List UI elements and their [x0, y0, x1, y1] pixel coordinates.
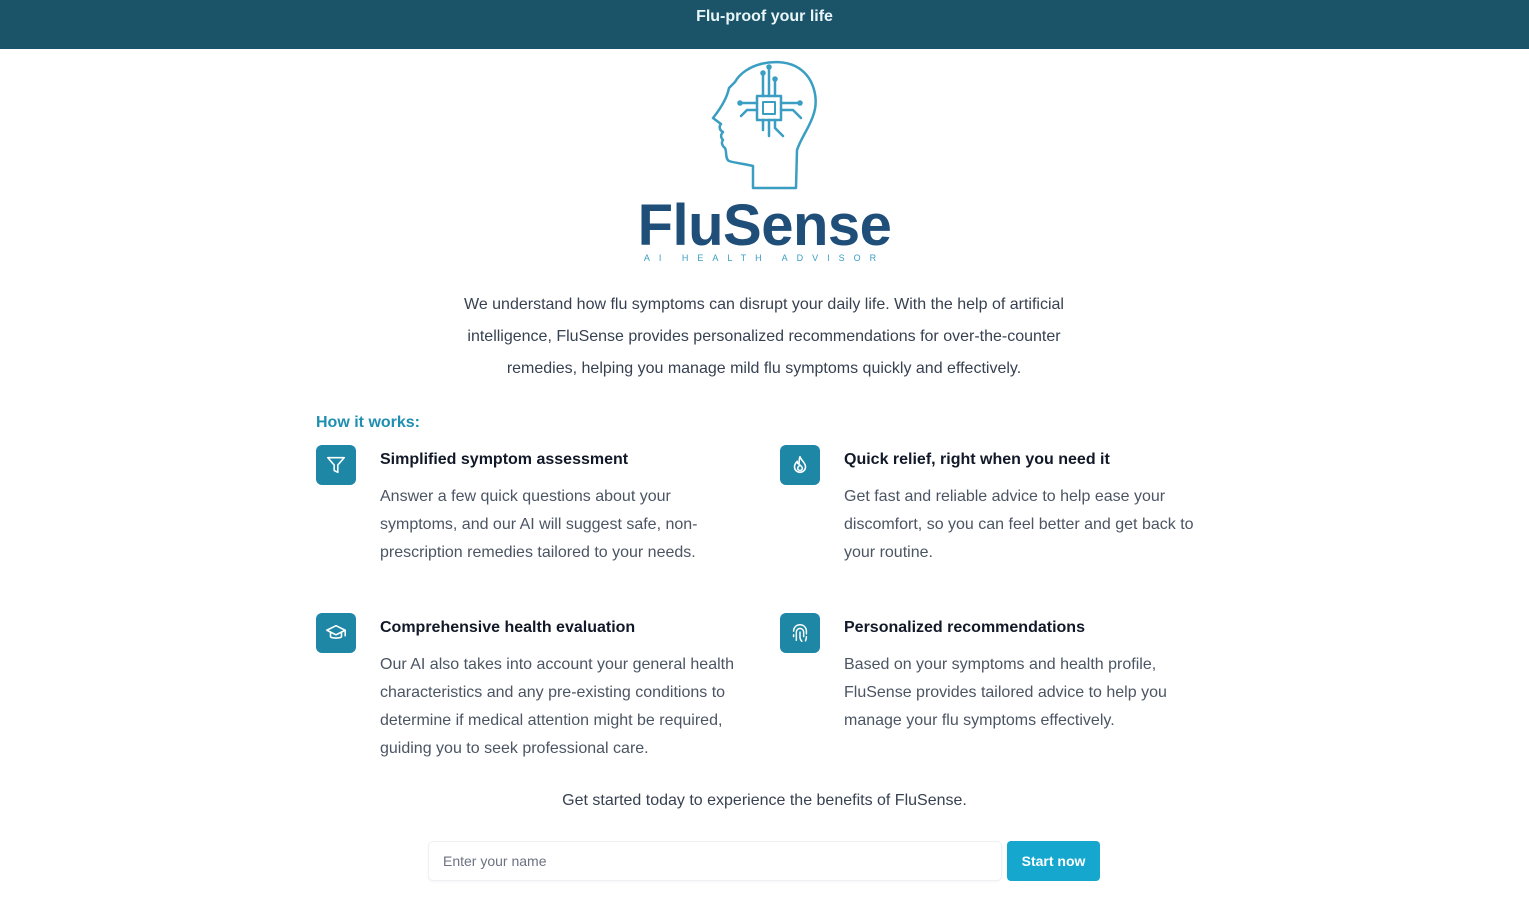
banner-text: Flu-proof your life	[696, 8, 833, 25]
top-banner: Flu-proof your life	[0, 0, 1529, 49]
name-input[interactable]	[428, 841, 1002, 881]
feature-title: Simplified symptom assessment	[380, 451, 629, 468]
logo-tagline: AI HEALTH ADVISOR	[643, 253, 886, 263]
feature-title: Comprehensive health evaluation	[380, 619, 636, 636]
brain-chip-head-logo-icon	[705, 58, 825, 192]
feature-description: Get fast and reliable advice to help eas…	[844, 488, 1194, 561]
feature-title: Quick relief, right when you need it	[844, 451, 1110, 468]
funnel-icon	[316, 445, 356, 485]
feature-description: Answer a few quick questions about your …	[380, 488, 698, 561]
how-it-works-heading: How it works:	[316, 414, 421, 431]
feature-description: Our AI also takes into account your gene…	[380, 656, 734, 757]
flame-icon	[780, 445, 820, 485]
logo-wordmark: FluSense	[637, 193, 892, 258]
feature-description: Based on your symptoms and health profil…	[844, 656, 1167, 729]
graduation-cap-icon	[316, 613, 356, 653]
feature-title: Personalized recommendations	[844, 619, 1085, 636]
start-now-button[interactable]: Start now	[1007, 841, 1100, 881]
cta-text: Get started today to experience the bene…	[562, 792, 967, 809]
fingerprint-icon	[780, 613, 820, 653]
intro-paragraph: We understand how flu symptoms can disru…	[464, 296, 1064, 377]
